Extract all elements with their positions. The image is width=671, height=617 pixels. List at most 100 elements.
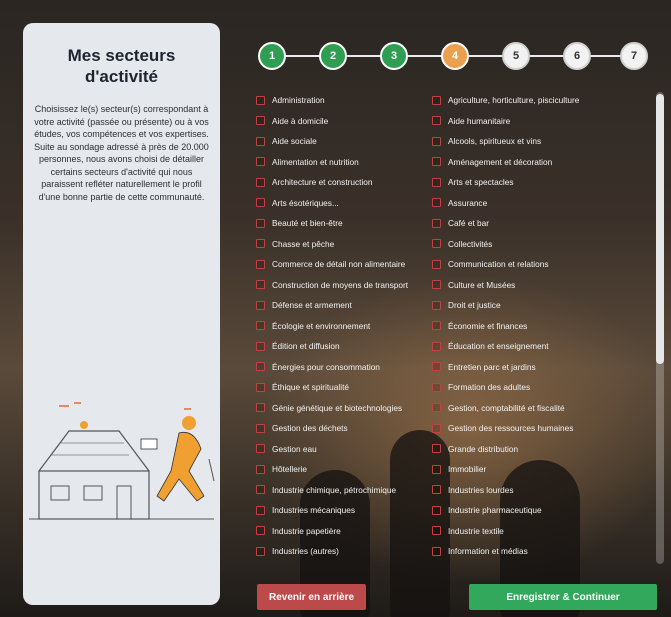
sector-option[interactable]: Agriculture, horticulture, pisciculture xyxy=(432,90,610,111)
sector-checkbox[interactable] xyxy=(432,136,441,146)
sector-option[interactable]: Collectivités xyxy=(432,234,610,255)
sector-checkbox[interactable] xyxy=(432,157,441,167)
sector-checkbox[interactable] xyxy=(256,526,265,536)
sector-option[interactable]: Industries (autres) xyxy=(256,541,434,562)
sector-checkbox[interactable] xyxy=(432,198,441,208)
sector-option[interactable]: Industries mécaniques xyxy=(256,500,434,521)
sector-option[interactable]: Éducation et enseignement xyxy=(432,336,610,357)
sector-checkbox[interactable] xyxy=(256,280,265,290)
sector-checkbox[interactable] xyxy=(432,95,441,105)
sector-option[interactable]: Architecture et construction xyxy=(256,172,434,193)
sector-checkbox[interactable] xyxy=(256,157,265,167)
sector-option[interactable]: Gestion des ressources humaines xyxy=(432,418,610,439)
sector-checkbox[interactable] xyxy=(432,505,441,515)
sector-option[interactable]: Droit et justice xyxy=(432,295,610,316)
sector-checkbox[interactable] xyxy=(432,116,441,126)
sector-option[interactable]: Construction de moyens de transport xyxy=(256,275,434,296)
sector-checkbox[interactable] xyxy=(432,546,441,556)
save-continue-button[interactable]: Enregistrer & Continuer xyxy=(469,584,657,610)
step-3[interactable]: 3 xyxy=(380,42,408,70)
sector-checkbox[interactable] xyxy=(432,239,441,249)
sector-option[interactable]: Défense et armement xyxy=(256,295,434,316)
sector-option[interactable]: Information et médias xyxy=(432,541,610,562)
sector-checkbox[interactable] xyxy=(432,464,441,474)
step-4[interactable]: 4 xyxy=(441,42,469,70)
sector-option[interactable]: Alimentation et nutrition xyxy=(256,152,434,173)
sector-checkbox[interactable] xyxy=(256,382,265,392)
sector-checkbox[interactable] xyxy=(256,300,265,310)
sector-checkbox[interactable] xyxy=(432,423,441,433)
scrollbar-thumb[interactable] xyxy=(656,94,664,364)
sector-checkbox[interactable] xyxy=(432,403,441,413)
sector-checkbox[interactable] xyxy=(432,259,441,269)
sector-option[interactable]: Aide sociale xyxy=(256,131,434,152)
sector-checkbox[interactable] xyxy=(256,259,265,269)
sector-checkbox[interactable] xyxy=(256,198,265,208)
sector-checkbox[interactable] xyxy=(256,341,265,351)
sector-option[interactable]: Énergies pour consommation xyxy=(256,357,434,378)
sector-option[interactable]: Commerce de détail non alimentaire xyxy=(256,254,434,275)
sector-option[interactable]: Grande distribution xyxy=(432,439,610,460)
sector-checkbox[interactable] xyxy=(256,444,265,454)
sector-option[interactable]: Écologie et environnement xyxy=(256,316,434,337)
sector-checkbox[interactable] xyxy=(256,116,265,126)
sector-option[interactable]: Aménagement et décoration xyxy=(432,152,610,173)
scrollbar[interactable] xyxy=(656,92,664,564)
sector-option[interactable]: Industrie pharmaceutique xyxy=(432,500,610,521)
sector-option[interactable]: Arts ésotériques... xyxy=(256,193,434,214)
sector-option[interactable]: Industrie chimique, pétrochimique xyxy=(256,480,434,501)
sector-checkbox[interactable] xyxy=(256,362,265,372)
sector-option[interactable]: Gestion des déchets xyxy=(256,418,434,439)
sector-option[interactable]: Assurance xyxy=(432,193,610,214)
sector-option[interactable]: Immobilier xyxy=(432,459,610,480)
sector-option[interactable]: Gestion eau xyxy=(256,439,434,460)
sector-checkbox[interactable] xyxy=(256,423,265,433)
sector-checkbox[interactable] xyxy=(432,382,441,392)
sector-checkbox[interactable] xyxy=(256,321,265,331)
sector-option[interactable]: Édition et diffusion xyxy=(256,336,434,357)
sector-checkbox[interactable] xyxy=(256,177,265,187)
sector-option[interactable]: Café et bar xyxy=(432,213,610,234)
sector-option[interactable]: Aide humanitaire xyxy=(432,111,610,132)
sector-option[interactable]: Communication et relations xyxy=(432,254,610,275)
back-button[interactable]: Revenir en arrière xyxy=(257,584,366,610)
sector-option[interactable]: Hôtellerie xyxy=(256,459,434,480)
sector-option[interactable]: Beauté et bien-être xyxy=(256,213,434,234)
sector-option[interactable]: Chasse et pêche xyxy=(256,234,434,255)
sector-option[interactable]: Arts et spectacles xyxy=(432,172,610,193)
sector-option[interactable]: Génie génétique et biotechnologies xyxy=(256,398,434,419)
sector-option[interactable]: Industrie textile xyxy=(432,521,610,542)
sector-checkbox[interactable] xyxy=(256,239,265,249)
sector-option[interactable]: Gestion, comptabilité et fiscalité xyxy=(432,398,610,419)
sector-option[interactable]: Aide à domicile xyxy=(256,111,434,132)
sector-checkbox[interactable] xyxy=(256,403,265,413)
sector-checkbox[interactable] xyxy=(432,218,441,228)
sector-checkbox[interactable] xyxy=(432,341,441,351)
sector-checkbox[interactable] xyxy=(256,95,265,105)
step-1[interactable]: 1 xyxy=(258,42,286,70)
step-2[interactable]: 2 xyxy=(319,42,347,70)
sector-checkbox[interactable] xyxy=(256,218,265,228)
sector-checkbox[interactable] xyxy=(256,485,265,495)
sector-checkbox[interactable] xyxy=(432,444,441,454)
step-5[interactable]: 5 xyxy=(502,42,530,70)
sector-option[interactable]: Alcools, spiritueux et vins xyxy=(432,131,610,152)
sector-option[interactable]: Culture et Musées xyxy=(432,275,610,296)
step-7[interactable]: 7 xyxy=(620,42,648,70)
sector-checkbox[interactable] xyxy=(432,526,441,536)
sector-checkbox[interactable] xyxy=(256,136,265,146)
sector-option[interactable]: Entretien parc et jardins xyxy=(432,357,610,378)
sector-option[interactable]: Économie et finances xyxy=(432,316,610,337)
sector-option[interactable]: Industries lourdes xyxy=(432,480,610,501)
step-6[interactable]: 6 xyxy=(563,42,591,70)
sector-checkbox[interactable] xyxy=(432,177,441,187)
sector-checkbox[interactable] xyxy=(256,505,265,515)
sector-checkbox[interactable] xyxy=(432,321,441,331)
sector-checkbox[interactable] xyxy=(256,546,265,556)
sector-option[interactable]: Éthique et spiritualité xyxy=(256,377,434,398)
sector-checkbox[interactable] xyxy=(432,300,441,310)
sector-checkbox[interactable] xyxy=(432,280,441,290)
sector-checkbox[interactable] xyxy=(432,485,441,495)
sector-checkbox[interactable] xyxy=(256,464,265,474)
sector-checkbox[interactable] xyxy=(432,362,441,372)
